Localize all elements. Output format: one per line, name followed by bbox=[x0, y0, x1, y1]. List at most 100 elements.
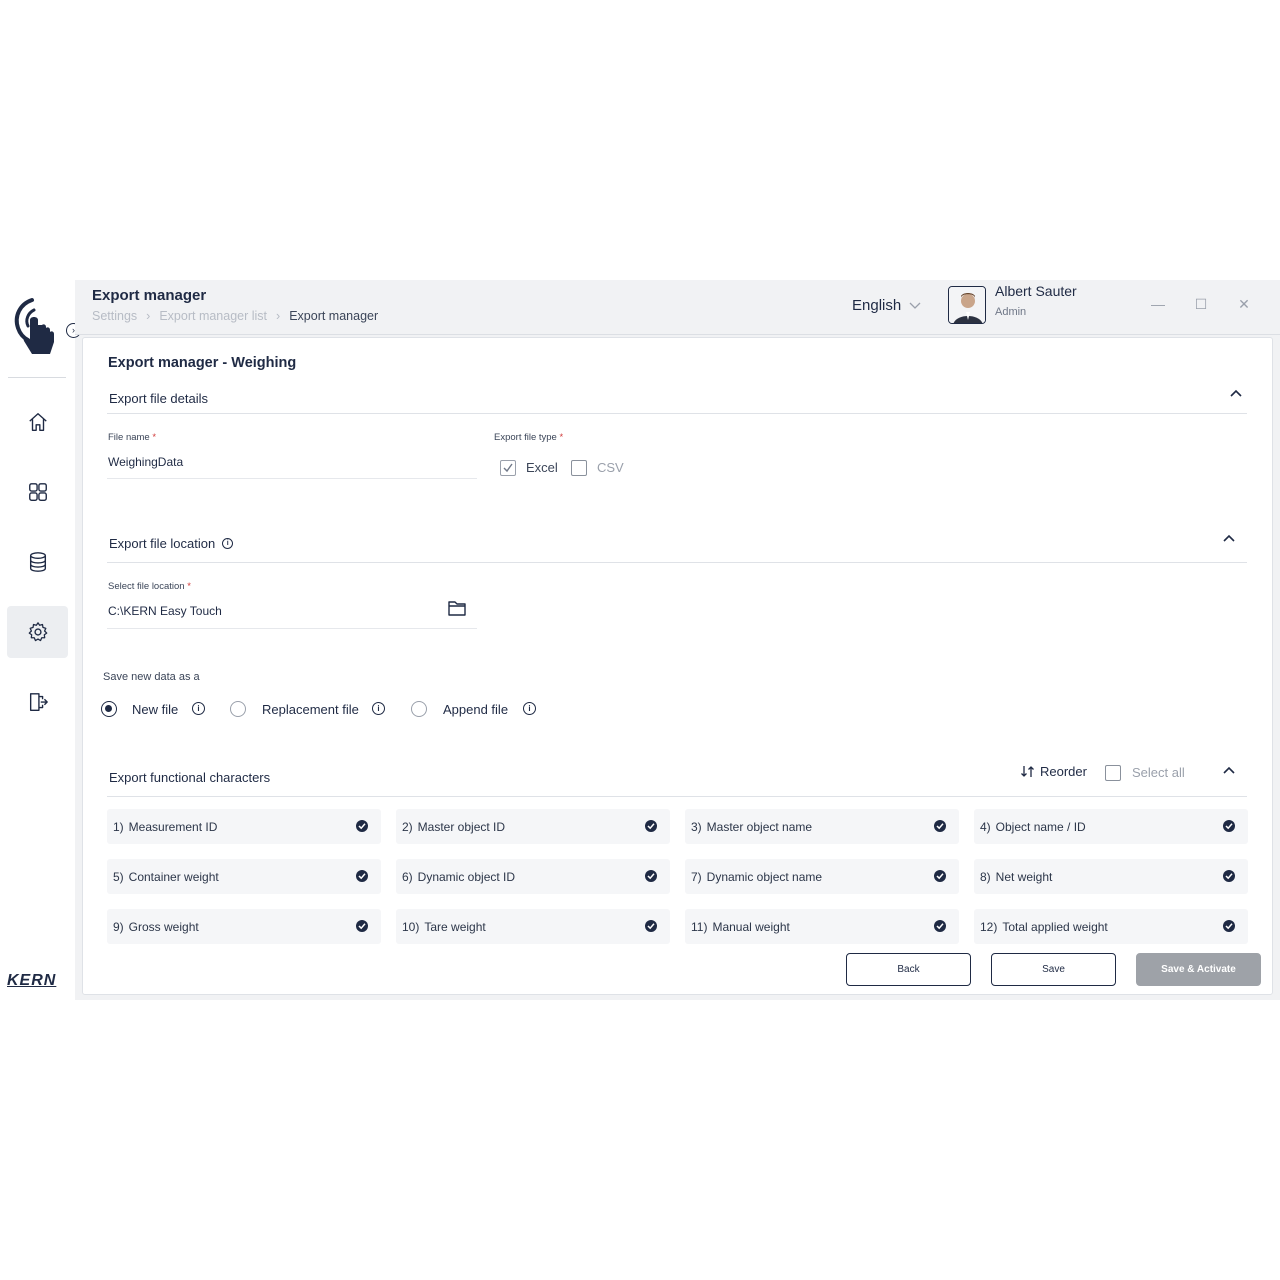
maximize-icon[interactable]: ☐ bbox=[1191, 294, 1211, 314]
back-button[interactable]: Back bbox=[846, 953, 971, 986]
info-icon[interactable]: i bbox=[372, 702, 385, 715]
user-avatar[interactable] bbox=[948, 286, 986, 324]
checked-circle-icon[interactable] bbox=[934, 870, 946, 882]
functional-character-label: Dynamic object ID bbox=[417, 869, 516, 884]
file-location-label: Select file location * bbox=[108, 581, 191, 592]
checked-circle-icon[interactable] bbox=[1223, 920, 1235, 932]
select-all-checkbox[interactable] bbox=[1105, 765, 1121, 781]
save-activate-button[interactable]: Save & Activate bbox=[1136, 953, 1261, 986]
file-location-input[interactable]: C:\KERN Easy Touch bbox=[108, 604, 222, 618]
section-divider bbox=[107, 562, 1247, 563]
functional-character-item[interactable]: 4) Object name / ID bbox=[974, 809, 1248, 844]
functional-character-item[interactable]: 5) Container weight bbox=[107, 859, 381, 894]
csv-label: CSV bbox=[597, 460, 624, 475]
sidebar-item-apps[interactable] bbox=[7, 466, 68, 518]
functional-character-number: 10) bbox=[402, 919, 420, 934]
sidebar-item-home[interactable] bbox=[7, 396, 68, 448]
functional-character-item[interactable]: 3) Master object name bbox=[685, 809, 959, 844]
functional-character-item[interactable]: 10) Tare weight bbox=[396, 909, 670, 944]
checked-circle-icon[interactable] bbox=[645, 870, 657, 882]
sidebar-divider bbox=[8, 377, 66, 378]
chevron-up-icon[interactable] bbox=[1222, 532, 1236, 546]
radio-label-new-file: New file bbox=[132, 702, 179, 717]
excel-label: Excel bbox=[526, 460, 558, 475]
info-icon[interactable]: i bbox=[222, 538, 234, 549]
checked-circle-icon[interactable] bbox=[1223, 820, 1235, 832]
settings-gear-icon bbox=[28, 622, 47, 642]
user-name: Albert Sauter bbox=[995, 283, 1077, 299]
sidebar-item-settings[interactable] bbox=[7, 606, 68, 658]
functional-character-item[interactable]: 9) Gross weight bbox=[107, 909, 381, 944]
functional-character-item[interactable]: 8) Net weight bbox=[974, 859, 1248, 894]
functional-character-label: Measurement ID bbox=[128, 819, 218, 834]
checked-circle-icon[interactable] bbox=[1223, 870, 1235, 882]
radio-append-file[interactable] bbox=[411, 701, 427, 717]
breadcrumb-export-manager-list[interactable]: Export manager list bbox=[159, 309, 267, 323]
checked-circle-icon[interactable] bbox=[934, 920, 946, 932]
chevron-up-icon[interactable] bbox=[1229, 387, 1243, 401]
minimize-icon[interactable]: — bbox=[1148, 294, 1168, 314]
sidebar-item-logout[interactable] bbox=[7, 676, 68, 728]
sidebar-item-database[interactable] bbox=[7, 536, 68, 588]
functional-character-item[interactable]: 1) Measurement ID bbox=[107, 809, 381, 844]
breadcrumb-separator-icon: › bbox=[276, 309, 281, 323]
database-icon bbox=[29, 552, 46, 572]
functional-character-label: Object name / ID bbox=[995, 819, 1086, 834]
functional-character-number: 11) bbox=[691, 919, 708, 934]
folder-icon[interactable] bbox=[447, 599, 467, 617]
user-role: Admin bbox=[995, 306, 1027, 318]
select-all-label: Select all bbox=[1132, 765, 1185, 780]
checked-circle-icon[interactable] bbox=[356, 870, 368, 882]
input-underline bbox=[107, 628, 477, 629]
radio-replacement-file[interactable] bbox=[230, 701, 246, 717]
checkmark-icon bbox=[503, 463, 513, 473]
file-name-input[interactable]: WeighingData bbox=[108, 455, 183, 469]
radio-new-file[interactable] bbox=[101, 701, 117, 717]
section-title-functional-characters: Export functional characters bbox=[109, 770, 271, 785]
info-icon[interactable]: i bbox=[192, 702, 205, 715]
breadcrumb-settings[interactable]: Settings bbox=[92, 309, 137, 323]
reorder-button[interactable]: Reorder bbox=[1020, 764, 1087, 779]
logout-door-icon bbox=[29, 693, 48, 711]
save-as-label: Save new data as a bbox=[103, 671, 200, 683]
excel-checkbox[interactable] bbox=[500, 460, 516, 476]
functional-character-item[interactable]: 11) Manual weight bbox=[685, 909, 959, 944]
card-title: Export manager - Weighing bbox=[108, 355, 297, 371]
functional-character-label: Net weight bbox=[995, 869, 1053, 884]
checked-circle-icon[interactable] bbox=[356, 820, 368, 832]
functional-character-label: Dynamic object name bbox=[706, 869, 823, 884]
functional-character-item[interactable]: 2) Master object ID bbox=[396, 809, 670, 844]
chevron-up-icon[interactable] bbox=[1222, 764, 1236, 778]
checked-circle-icon[interactable] bbox=[645, 820, 657, 832]
functional-character-label: Gross weight bbox=[128, 919, 199, 934]
csv-checkbox[interactable] bbox=[571, 460, 587, 476]
file-name-label: File name * bbox=[108, 432, 157, 443]
functional-character-number: 8) bbox=[980, 869, 991, 884]
sidebar: › KERN bbox=[0, 280, 81, 1000]
functional-character-item[interactable]: 7) Dynamic object name bbox=[685, 859, 959, 894]
functional-character-label: Master object ID bbox=[417, 819, 506, 834]
functional-character-label: Master object name bbox=[706, 819, 813, 834]
input-underline bbox=[107, 478, 477, 479]
info-icon[interactable]: i bbox=[523, 702, 536, 715]
save-button[interactable]: Save bbox=[991, 953, 1116, 986]
close-icon[interactable]: ✕ bbox=[1234, 294, 1254, 314]
language-label: English bbox=[852, 297, 902, 314]
functional-character-item[interactable]: 6) Dynamic object ID bbox=[396, 859, 670, 894]
breadcrumb: Settings › Export manager list › Export … bbox=[92, 309, 378, 323]
functional-character-item[interactable]: 12) Total applied weight bbox=[974, 909, 1248, 944]
section-divider bbox=[107, 796, 1247, 797]
reorder-icon bbox=[1021, 766, 1034, 777]
checked-circle-icon[interactable] bbox=[356, 920, 368, 932]
language-selector[interactable]: English bbox=[852, 297, 921, 314]
breadcrumb-current: Export manager bbox=[289, 309, 379, 323]
checked-circle-icon[interactable] bbox=[934, 820, 946, 832]
functional-character-label: Total applied weight bbox=[1002, 919, 1108, 934]
functional-character-number: 6) bbox=[402, 869, 413, 884]
functional-character-number: 5) bbox=[113, 869, 124, 884]
section-title-file-details: Export file details bbox=[109, 391, 208, 406]
functional-character-number: 7) bbox=[691, 869, 702, 884]
page-title: Export manager bbox=[92, 287, 207, 304]
checked-circle-icon[interactable] bbox=[645, 920, 657, 932]
export-manager-card: Export manager - Weighing Export file de… bbox=[82, 337, 1273, 995]
